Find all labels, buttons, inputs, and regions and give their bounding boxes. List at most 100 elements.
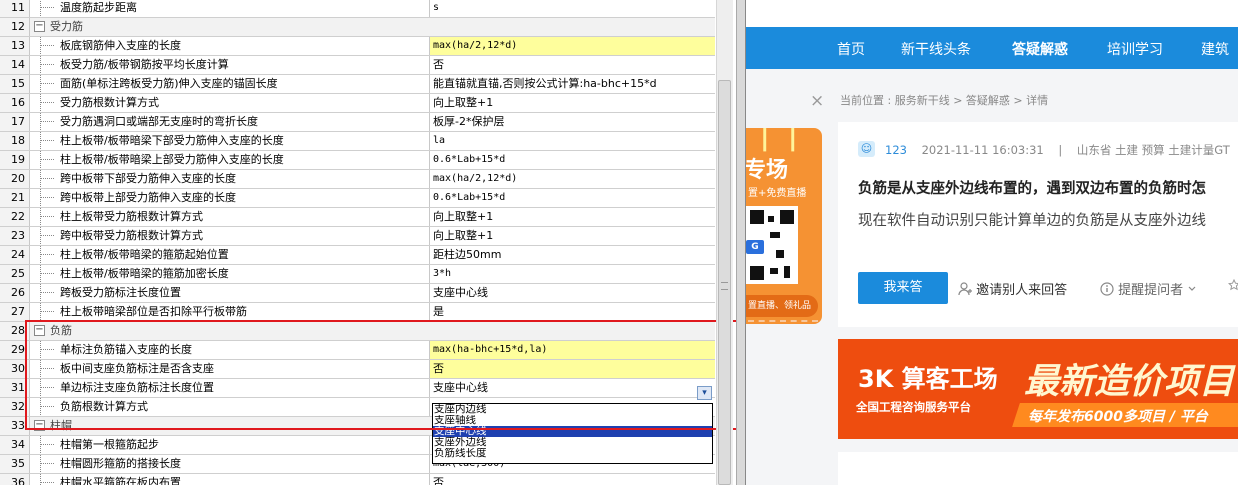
row-number: 23 bbox=[0, 227, 30, 245]
grid-row[interactable]: 17 受力筋遇洞口或端部无支座时的弯折长度 板厚-2*保护层 bbox=[0, 113, 715, 132]
tree-line bbox=[40, 64, 54, 65]
dropdown-option[interactable]: 负筋线长度 bbox=[433, 448, 712, 459]
remind-button[interactable]: 提醒提问者 bbox=[1100, 279, 1197, 298]
nav-item-qa[interactable]: 答疑解惑 bbox=[1012, 39, 1068, 59]
tree-line bbox=[40, 83, 54, 84]
grid-row[interactable]: 15 面筋(单标注跨板受力筋)伸入支座的锚固长度 能直锚就直锚,否则按公式计算:ha… bbox=[0, 75, 715, 94]
ad-banner[interactable]: 3K 算客工场 全国工程咨询服务平台 最新造价项目 每年发布6000多项目 / … bbox=[838, 339, 1238, 439]
setting-value-cell[interactable]: 0.6*Lab+15*d bbox=[430, 189, 715, 207]
promo-pill[interactable]: 置直播、领礼品 bbox=[746, 295, 818, 317]
question-meta: 123 2021-11-11 16:03:31 | 山东省 土建 预算 土建计量… bbox=[885, 142, 1230, 158]
setting-value-cell[interactable]: 向上取整+1 bbox=[430, 227, 715, 245]
grid-row[interactable]: 13 板底钢筋伸入支座的长度 max(ha/2,12*d) bbox=[0, 37, 715, 56]
setting-label: 温度筋起步距离 bbox=[60, 1, 137, 14]
top-bar bbox=[746, 0, 1238, 27]
tree-line bbox=[40, 94, 41, 112]
tree-line bbox=[40, 436, 41, 454]
question-time: 2021-11-11 16:03:31 bbox=[921, 143, 1044, 157]
grid-row[interactable]: 19 柱上板带/板带暗梁上部受力筋伸入支座的长度 0.6*Lab+15*d bbox=[0, 151, 715, 170]
grid-row[interactable]: 16 受力筋根数计算方式 向上取整+1 bbox=[0, 94, 715, 113]
row-number: 27 bbox=[0, 303, 30, 321]
nav-item-home[interactable]: 首页 bbox=[837, 39, 865, 59]
grid-row[interactable]: 21 跨中板带上部受力筋伸入支座的长度 0.6*Lab+15*d bbox=[0, 189, 715, 208]
row-number: 25 bbox=[0, 265, 30, 283]
setting-label: 跨中板带受力筋根数计算方式 bbox=[60, 229, 203, 242]
answer-button[interactable]: 我来答 bbox=[858, 272, 948, 304]
nav-item-headlines[interactable]: 新干线头条 bbox=[901, 39, 971, 59]
tree-line bbox=[40, 45, 54, 46]
tree-line bbox=[40, 482, 54, 483]
setting-value-cell[interactable]: 否 bbox=[430, 56, 715, 74]
breadcrumb: 当前位置 : 服务新干线 > 答疑解惑 > 详情 bbox=[840, 94, 1049, 107]
dropdown-option[interactable]: 支座外边线 bbox=[433, 437, 712, 448]
setting-value-cell[interactable]: s bbox=[430, 0, 715, 17]
setting-value-cell[interactable]: 能直锚就直锚,否则按公式计算:ha-bhc+15*d bbox=[430, 75, 715, 93]
setting-label: 柱上板带暗梁部位是否扣除平行板带筋 bbox=[60, 305, 247, 318]
setting-value-cell[interactable]: max(ha/2,12*d) bbox=[430, 170, 715, 188]
setting-label: 柱上板带/板带暗梁上部受力筋伸入支座的长度 bbox=[60, 153, 284, 166]
grid-row[interactable]: 23 跨中板带受力筋根数计算方式 向上取整+1 bbox=[0, 227, 715, 246]
setting-value-cell[interactable]: 支座中心线 bbox=[430, 284, 715, 302]
tree-line bbox=[40, 284, 41, 302]
row-number: 35 bbox=[0, 455, 30, 473]
nav-item-construction[interactable]: 建筑 bbox=[1201, 39, 1229, 59]
tree-line bbox=[40, 178, 54, 179]
setting-value-cell[interactable]: max(ha/2,12*d) bbox=[430, 37, 715, 55]
setting-label: 柱上板带受力筋根数计算方式 bbox=[60, 210, 203, 223]
nav-item-training[interactable]: 培训学习 bbox=[1107, 39, 1163, 59]
tree-line bbox=[40, 197, 54, 198]
promo-title: 专场 bbox=[746, 158, 789, 183]
setting-label: 面筋(单标注跨板受力筋)伸入支座的锚固长度 bbox=[60, 77, 278, 90]
tree-line bbox=[40, 265, 41, 283]
grid-row[interactable]: 26 跨板受力筋标注长度位置 支座中心线 bbox=[0, 284, 715, 303]
grid-row[interactable]: 36 柱帽水平箍筋在板内布置 否 bbox=[0, 474, 715, 485]
promo-decoration bbox=[748, 320, 818, 322]
grid-category-row[interactable]: 12− 受力筋 bbox=[0, 18, 715, 37]
row-number: 17 bbox=[0, 113, 30, 131]
grid-row[interactable]: 22 柱上板带受力筋根数计算方式 向上取整+1 bbox=[0, 208, 715, 227]
grid-row[interactable]: 18 柱上板带/板带暗梁下部受力筋伸入支座的长度 la bbox=[0, 132, 715, 151]
setting-value-cell[interactable]: 3*h bbox=[430, 265, 715, 283]
setting-name-cell: 柱上板带/板带暗梁上部受力筋伸入支座的长度 bbox=[30, 151, 430, 169]
star-icon[interactable] bbox=[1227, 278, 1238, 295]
setting-value-cell[interactable]: 向上取整+1 bbox=[430, 208, 715, 226]
scrollbar-grip-icon bbox=[721, 282, 728, 290]
settings-grid-panel: 11 温度筋起步距离 s 12− 受力筋 13 板底钢筋伸入支座的长度 max(ha/2,12… bbox=[0, 0, 746, 485]
window-divider[interactable] bbox=[736, 0, 746, 485]
close-icon[interactable]: × bbox=[810, 93, 824, 110]
row-number: 36 bbox=[0, 474, 30, 485]
row-number: 34 bbox=[0, 436, 30, 454]
setting-label: 跨中板带下部受力筋伸入支座的长度 bbox=[60, 172, 236, 185]
setting-value-cell[interactable]: 0.6*Lab+15*d bbox=[430, 151, 715, 169]
invite-button[interactable]: 邀请别人来回答 bbox=[958, 279, 1067, 298]
tree-line bbox=[40, 273, 54, 274]
setting-name-cell: 柱帽第一根箍筋起步 bbox=[30, 436, 430, 454]
setting-name-cell: 柱帽圆形箍筋的搭接长度 bbox=[30, 455, 430, 473]
tree-line bbox=[40, 303, 41, 321]
setting-value-cell[interactable]: la bbox=[430, 132, 715, 150]
row-number: 24 bbox=[0, 246, 30, 264]
grid-row[interactable]: 14 板受力筋/板带钢筋按平均长度计算 否 bbox=[0, 56, 715, 75]
question-user[interactable]: 123 bbox=[885, 143, 907, 157]
app-badge-icon: G bbox=[746, 240, 764, 254]
grid-row[interactable]: 25 柱上板带/板带暗梁的箍筋加密长度 3*h bbox=[0, 265, 715, 284]
setting-value-cell[interactable]: 否 bbox=[430, 474, 715, 485]
setting-value-cell[interactable]: 向上取整+1 bbox=[430, 94, 715, 112]
grid-row[interactable]: 24 柱上板带/板带暗梁的箍筋起始位置 距柱边50mm bbox=[0, 246, 715, 265]
row-number: 16 bbox=[0, 94, 30, 112]
setting-name-cell: 板受力筋/板带钢筋按平均长度计算 bbox=[30, 56, 430, 74]
setting-value-cell[interactable]: 距柱边50mm bbox=[430, 246, 715, 264]
promo-sidebar-ad[interactable]: | | 专场 置+免费直播 G 置直播、领礼品 bbox=[746, 128, 822, 324]
setting-value-cell[interactable]: 是 bbox=[430, 303, 715, 321]
main-nav: 首页 新干线头条 答疑解惑 培训学习 建筑 bbox=[746, 27, 1238, 69]
tree-line bbox=[40, 463, 54, 464]
setting-value-cell[interactable]: 板厚-2*保护层 bbox=[430, 113, 715, 131]
setting-name-cell: 跨板受力筋标注长度位置 bbox=[30, 284, 430, 302]
remind-label: 提醒提问者 bbox=[1118, 283, 1184, 298]
question-title: 负筋是从支座外边线布置的，遇到双边布置的负筋时怎 bbox=[858, 181, 1206, 197]
setting-name-cell: 受力筋遇洞口或端部无支座时的弯折长度 bbox=[30, 113, 430, 131]
row-number: 14 bbox=[0, 56, 30, 74]
grid-row[interactable]: 11 温度筋起步距离 s bbox=[0, 0, 715, 18]
grid-row[interactable]: 20 跨中板带下部受力筋伸入支座的长度 max(ha/2,12*d) bbox=[0, 170, 715, 189]
collapse-icon[interactable]: − bbox=[34, 21, 45, 32]
